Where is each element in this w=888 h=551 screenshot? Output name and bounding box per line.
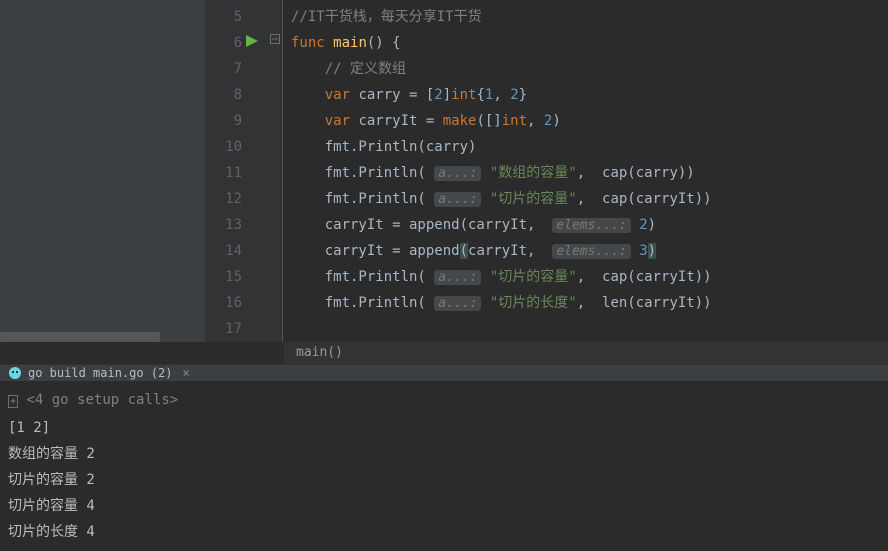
setup-calls-label: <4 go setup calls>: [26, 392, 178, 408]
run-tab[interactable]: go build main.go (2) ×: [0, 364, 888, 381]
run-tab-label: go build main.go (2): [28, 366, 173, 380]
line-number[interactable]: 7: [206, 56, 266, 82]
gutter[interactable]: 567891011121314151617: [206, 0, 272, 342]
code-line[interactable]: var carry = [2]int{1, 2}: [291, 82, 888, 108]
line-number[interactable]: 15: [206, 264, 266, 290]
fold-toggle-icon[interactable]: [270, 34, 280, 47]
run-icon[interactable]: [246, 30, 258, 56]
line-number[interactable]: 9: [206, 108, 266, 134]
console-line: 数组的容量 2: [8, 441, 880, 467]
code-line[interactable]: fmt.Println( a...: "切片的容量", cap(carryIt)…: [291, 264, 888, 290]
code-line[interactable]: carryIt = append(carryIt, elems...: 2): [291, 212, 888, 238]
code-line[interactable]: // 定义数组: [291, 56, 888, 82]
line-number[interactable]: 10: [206, 134, 266, 160]
fold-column[interactable]: [272, 0, 283, 342]
line-number[interactable]: 14: [206, 238, 266, 264]
line-number[interactable]: 12: [206, 186, 266, 212]
code-line[interactable]: fmt.Println( a...: "切片的容量", cap(carryIt)…: [291, 186, 888, 212]
line-number[interactable]: 11: [206, 160, 266, 186]
code-line[interactable]: func main() {: [291, 30, 888, 56]
console-line: 切片的长度 4: [8, 519, 880, 545]
code-line[interactable]: [291, 316, 888, 342]
code-line[interactable]: fmt.Println( a...: "数组的容量", cap(carry)): [291, 160, 888, 186]
project-tool-window[interactable]: [0, 0, 206, 342]
console-line: [1 2]: [8, 415, 880, 441]
editor-area: 567891011121314151617 //IT干货栈，每天分享IT干货fu…: [0, 0, 888, 342]
code-editor[interactable]: //IT干货栈，每天分享IT干货func main() { // 定义数组 va…: [283, 0, 888, 342]
go-icon: [8, 366, 22, 380]
line-number[interactable]: 8: [206, 82, 266, 108]
setup-calls-fold-line[interactable]: + <4 go setup calls>: [8, 387, 880, 415]
code-line[interactable]: fmt.Println( a...: "切片的长度", len(carryIt)…: [291, 290, 888, 316]
expand-icon[interactable]: +: [8, 395, 18, 408]
code-line[interactable]: fmt.Println(carry): [291, 134, 888, 160]
console-output[interactable]: + <4 go setup calls> [1 2]数组的容量 2切片的容量 2…: [0, 381, 888, 551]
horizontal-scrollbar[interactable]: [0, 332, 160, 342]
line-number[interactable]: 17: [206, 316, 266, 342]
code-line[interactable]: carryIt = append(carryIt, elems...: 3): [291, 238, 888, 264]
code-line[interactable]: var carryIt = make([]int, 2): [291, 108, 888, 134]
console-line: 切片的容量 2: [8, 467, 880, 493]
line-number[interactable]: 13: [206, 212, 266, 238]
console-line: 切片的容量 4: [8, 493, 880, 519]
breadcrumb[interactable]: main(): [284, 342, 888, 364]
line-number[interactable]: 5: [206, 4, 266, 30]
close-icon[interactable]: ×: [179, 366, 194, 380]
code-line[interactable]: //IT干货栈，每天分享IT干货: [291, 4, 888, 30]
line-number[interactable]: 16: [206, 290, 266, 316]
